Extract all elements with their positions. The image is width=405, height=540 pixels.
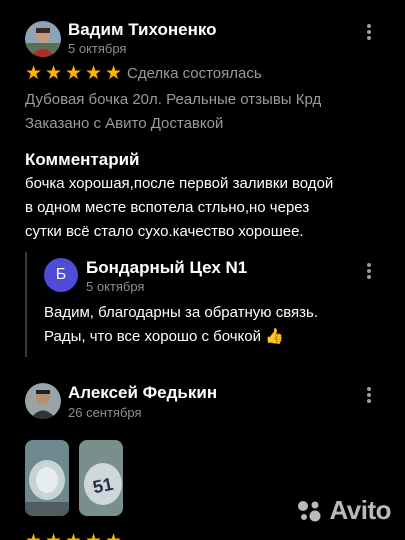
reply-line-text: Рады, что все хорошо с бочкой — [44, 328, 261, 345]
avatar[interactable] — [25, 21, 61, 57]
more-options-icon[interactable] — [359, 385, 379, 405]
comment-heading: Комментарий — [25, 150, 140, 169]
star-icon: ★ — [45, 532, 63, 540]
delivery-note: Заказано с Авито Доставкой — [25, 115, 224, 132]
star-icon: ★ — [85, 63, 103, 84]
avito-logo-icon — [298, 500, 321, 521]
watermark-text: Avito — [329, 495, 391, 525]
rating-stars: ★ ★ ★ ★ ★ — [25, 63, 123, 84]
comment-line: сутки всё стало сухо.качество хорошее. — [25, 223, 304, 240]
reply-line: Вадим, благодарны за обратную связь. — [44, 304, 318, 321]
comment-line: в одном месте вспотела стльно,но через — [25, 199, 310, 216]
seller-name[interactable]: Бондарный Цех N1 — [86, 258, 247, 278]
comment-line: бочка хорошая,после первой заливки водой — [25, 175, 334, 192]
comment-text: бочка хорошая,после первой заливки водой… — [25, 172, 333, 244]
reply-text: Вадим, благодарны за обратную связь. Рад… — [44, 301, 318, 349]
more-options-icon[interactable] — [359, 22, 379, 42]
review-date: 5 октября — [68, 41, 127, 56]
review-photo[interactable] — [25, 440, 69, 516]
reply-divider — [25, 252, 27, 357]
star-icon: ★ — [45, 63, 63, 84]
star-icon: ★ — [25, 532, 43, 540]
star-icon: ★ — [105, 532, 123, 540]
review-card: Вадим Тихоненко 5 октября ★ ★ ★ ★ ★ Сдел… — [0, 0, 405, 360]
rating-stars: ★ ★ ★ ★ ★ — [25, 532, 123, 540]
star-icon: ★ — [105, 63, 123, 84]
review-date: 26 сентября — [68, 405, 142, 420]
reply-line: Рады, что все хорошо с бочкой 👍 — [44, 325, 318, 349]
avatar[interactable] — [25, 383, 61, 419]
star-icon: ★ — [65, 63, 83, 84]
review-author[interactable]: Вадим Тихоненко — [68, 20, 217, 40]
star-icon: ★ — [65, 532, 83, 540]
avito-watermark: Avito — [295, 495, 391, 526]
review-photo[interactable]: 51 — [79, 440, 123, 516]
reply-date: 5 октября — [86, 279, 145, 294]
thumbs-up-icon: 👍 — [265, 328, 284, 345]
svg-text:51: 51 — [91, 474, 115, 498]
review-item-title[interactable]: Дубовая бочка 20л. Реальные отзывы Крд — [25, 88, 321, 112]
star-icon: ★ — [85, 532, 103, 540]
deal-status: Сделка состоялась — [127, 65, 262, 82]
seller-avatar[interactable]: Б — [44, 258, 78, 292]
more-options-icon[interactable] — [359, 261, 379, 281]
review-author[interactable]: Алексей Федькин — [68, 383, 217, 403]
star-icon: ★ — [25, 63, 43, 84]
